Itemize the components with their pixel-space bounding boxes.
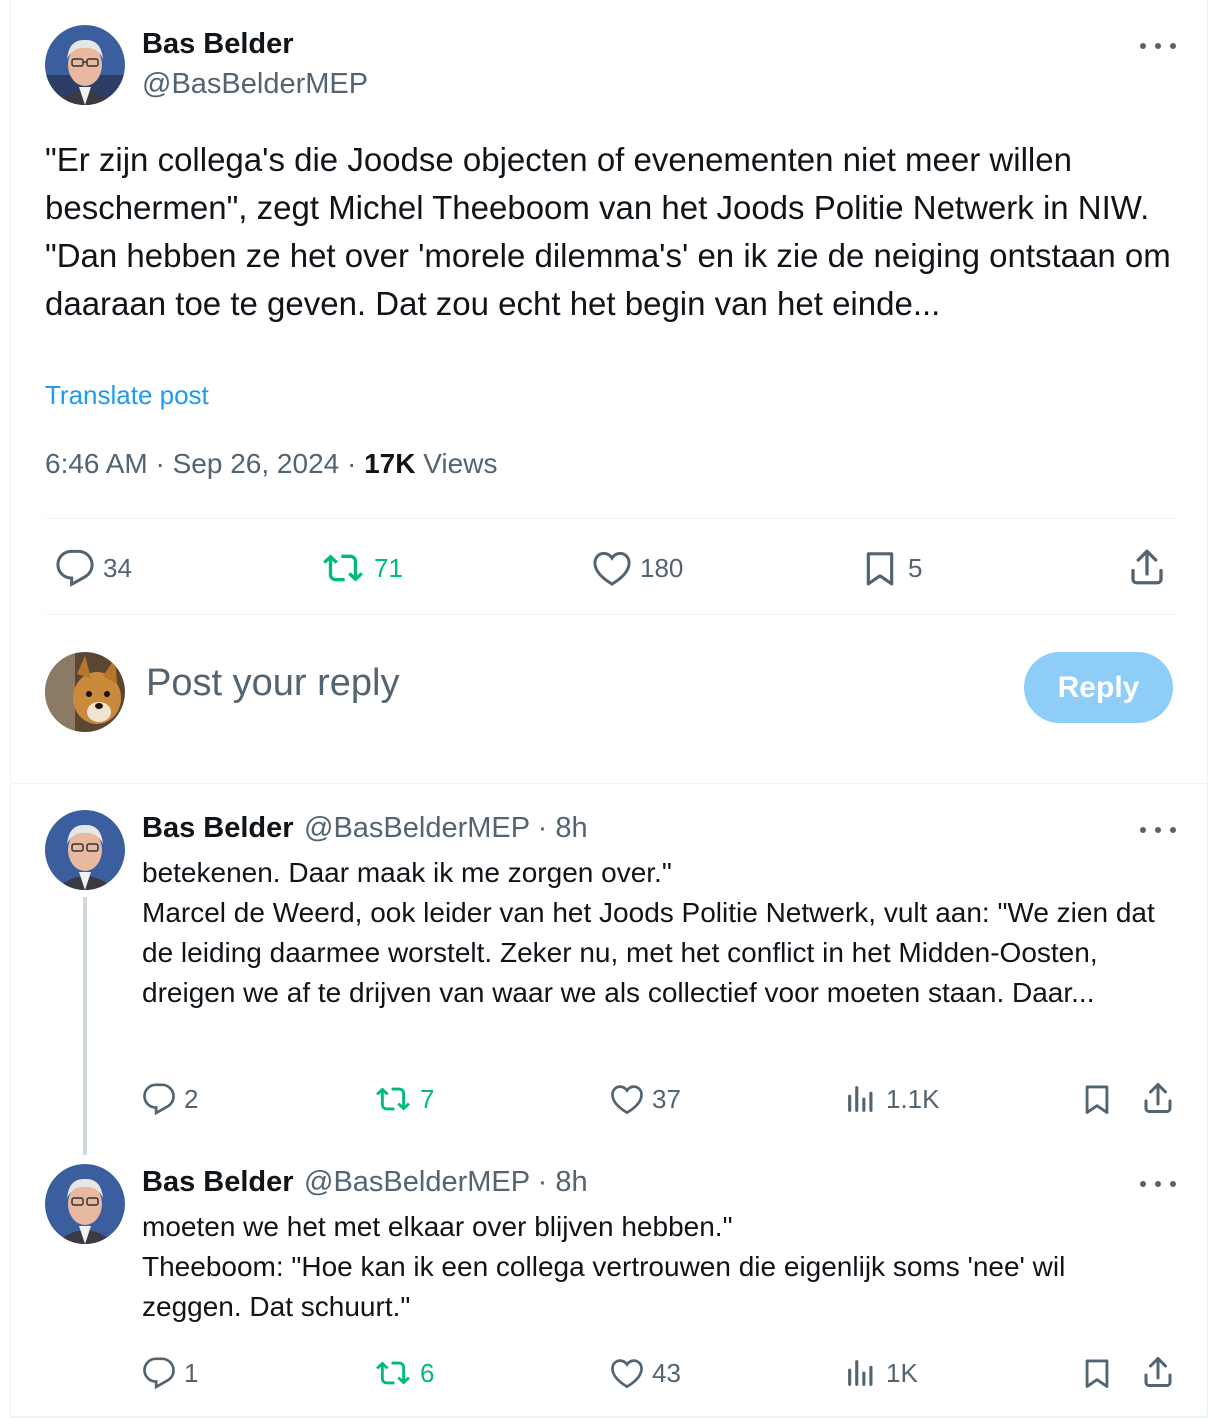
reply-avatar[interactable] xyxy=(45,810,125,890)
post-time[interactable]: 6:46 AM xyxy=(45,448,148,479)
reply-input[interactable]: Post your reply xyxy=(146,662,399,705)
bookmark-action[interactable] xyxy=(1080,1082,1114,1116)
reply-author-name[interactable]: Bas Belder xyxy=(142,812,294,845)
author-avatar[interactable] xyxy=(45,25,125,105)
bar-chart-icon xyxy=(848,1086,873,1112)
post-date[interactable]: Sep 26, 2024 xyxy=(173,448,340,479)
share-action[interactable] xyxy=(1126,546,1168,588)
views-action[interactable]: 1K xyxy=(844,1356,918,1390)
translate-post-link[interactable]: Translate post xyxy=(45,380,209,411)
author-handle[interactable]: @BasBelderMEP xyxy=(142,68,368,101)
reply-avatar[interactable] xyxy=(45,1164,125,1244)
bookmark-action[interactable] xyxy=(1080,1356,1114,1390)
heart-icon xyxy=(611,1359,643,1389)
bar-chart-icon xyxy=(848,1360,873,1386)
like-action[interactable]: 37 xyxy=(610,1082,681,1116)
bookmark-count: 5 xyxy=(908,552,923,583)
more-dot xyxy=(1140,1181,1146,1187)
user-avatar[interactable] xyxy=(45,652,125,732)
speech-bubble-icon xyxy=(56,549,94,587)
more-dot xyxy=(1140,43,1146,49)
more-dots-icon[interactable] xyxy=(1140,36,1176,56)
section-separator xyxy=(11,783,1207,784)
bookmark-icon xyxy=(866,552,894,586)
more-dots-icon[interactable] xyxy=(1140,1174,1176,1194)
reply-count: 1 xyxy=(184,1357,199,1388)
like-count: 37 xyxy=(652,1083,681,1114)
share-action[interactable] xyxy=(1140,1080,1176,1116)
more-dot xyxy=(1155,1181,1161,1187)
repost-count: 6 xyxy=(420,1357,435,1388)
post-text: "Er zijn collega's die Joodse objecten o… xyxy=(45,141,1171,322)
heart-icon xyxy=(593,551,631,586)
divider xyxy=(45,614,1177,615)
reply-action[interactable]: 2 xyxy=(142,1082,198,1116)
thread-line xyxy=(83,897,87,1155)
bookmark-icon xyxy=(1085,1085,1109,1114)
more-dot xyxy=(1170,43,1176,49)
bookmark-icon xyxy=(1085,1359,1109,1388)
reply-count: 2 xyxy=(184,1083,199,1114)
like-action[interactable]: 180 xyxy=(592,548,683,588)
share-upload-icon xyxy=(1131,549,1163,585)
views-count: 1.1K xyxy=(886,1083,940,1114)
speech-bubble-icon xyxy=(143,1083,175,1116)
like-count: 180 xyxy=(640,552,684,583)
like-count: 43 xyxy=(652,1357,681,1388)
more-dots-icon[interactable] xyxy=(1140,820,1176,840)
more-dot xyxy=(1140,827,1146,833)
more-dot xyxy=(1170,1181,1176,1187)
like-action[interactable]: 43 xyxy=(610,1356,681,1390)
heart-icon xyxy=(611,1085,643,1115)
more-dot xyxy=(1170,827,1176,833)
bookmark-action[interactable]: 5 xyxy=(860,548,922,588)
repost-arrows-icon xyxy=(376,1361,410,1385)
reply-text: moeten we het met elkaar over blijven he… xyxy=(142,1211,1066,1322)
repost-action[interactable]: 6 xyxy=(374,1356,434,1390)
share-upload-icon xyxy=(1144,1357,1172,1387)
reply-avatar-image xyxy=(45,810,125,890)
repost-count: 71 xyxy=(374,552,403,583)
repost-action[interactable]: 71 xyxy=(320,548,403,588)
reply-time[interactable]: 8h xyxy=(555,1166,587,1198)
user-avatar-image xyxy=(45,652,125,732)
reply-action[interactable]: 34 xyxy=(55,548,132,588)
reply-author-name[interactable]: Bas Belder xyxy=(142,1166,294,1199)
reply-count: 34 xyxy=(103,552,132,583)
speech-bubble-icon xyxy=(143,1357,175,1390)
share-upload-icon xyxy=(1144,1083,1172,1113)
reply-author-handle[interactable]: @BasBelderMEP xyxy=(304,812,530,844)
reply-author-handle[interactable]: @BasBelderMEP xyxy=(304,1166,530,1198)
reply-text: betekenen. Daar maak ik me zorgen over."… xyxy=(142,857,1155,1008)
views-count: 17K xyxy=(364,448,416,479)
views-count: 1K xyxy=(886,1357,918,1388)
reply-avatar-image xyxy=(45,1164,125,1244)
share-action[interactable] xyxy=(1140,1354,1176,1390)
views-action[interactable]: 1.1K xyxy=(844,1082,940,1116)
repost-count: 7 xyxy=(420,1083,435,1114)
author-name[interactable]: Bas Belder xyxy=(142,28,294,61)
repost-arrows-icon xyxy=(376,1087,410,1111)
reply-time[interactable]: 8h xyxy=(555,812,587,844)
more-dot xyxy=(1155,827,1161,833)
meta-separator: · xyxy=(155,448,173,479)
reply-button[interactable]: Reply xyxy=(1024,652,1173,723)
repost-action[interactable]: 7 xyxy=(374,1082,434,1116)
more-dot xyxy=(1155,43,1161,49)
reply-author-meta: @BasBelderMEP · 8h xyxy=(304,812,588,845)
author-avatar-image xyxy=(45,25,125,105)
views-label: Views xyxy=(423,448,498,479)
meta-separator: · xyxy=(347,448,365,479)
divider xyxy=(45,518,1177,519)
reply-action[interactable]: 1 xyxy=(142,1356,198,1390)
reply-author-meta: @BasBelderMEP · 8h xyxy=(304,1166,588,1199)
repost-arrows-icon xyxy=(323,554,363,582)
meta-separator: · xyxy=(529,812,556,844)
meta-separator: · xyxy=(529,1166,556,1198)
post-meta: 6:46 AM · Sep 26, 2024 · 17K Views xyxy=(45,448,497,480)
